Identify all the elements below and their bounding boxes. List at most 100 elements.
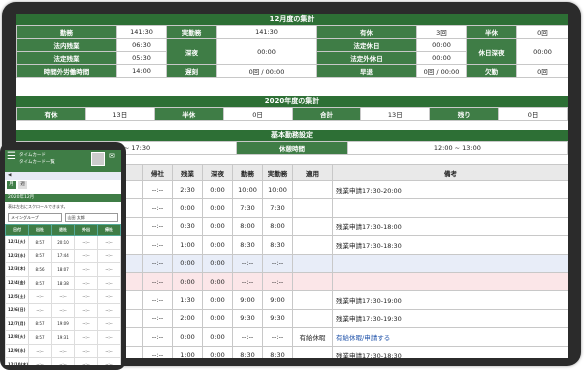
phone-table-row[interactable]: 12/3(木) 8:56 18:07 --:-- --:-- bbox=[5, 262, 121, 277]
attendance-cell: 残業申請17:30-18:00 bbox=[332, 216, 568, 237]
phone-time-cell: --:-- bbox=[74, 275, 98, 291]
phone-time-cell: --:-- bbox=[74, 302, 98, 318]
attendance-cell: 0:00 bbox=[202, 235, 233, 255]
attendance-cell bbox=[292, 179, 333, 200]
phone-time-cell: --:-- bbox=[51, 302, 75, 318]
avatar[interactable] bbox=[91, 152, 105, 166]
attendance-cell[interactable]: 有給休暇/申請する bbox=[332, 327, 568, 347]
attendance-cell: 8:30 bbox=[262, 235, 293, 255]
phone-time-cell: 8:57 bbox=[28, 316, 52, 332]
tab-month[interactable]: 月 bbox=[7, 181, 16, 189]
phone-time-cell: --:-- bbox=[74, 262, 98, 277]
attendance-cell: 8:30 bbox=[232, 235, 263, 255]
phone-time-cell: 8:57 bbox=[28, 330, 52, 345]
phone-time-cell: --:-- bbox=[97, 235, 121, 250]
phone-time-cell: --:-- bbox=[97, 302, 121, 318]
attendance-cell: 8:00 bbox=[262, 216, 293, 237]
yearly-value: 0日 bbox=[498, 107, 568, 121]
phone-time-cell: 8:57 bbox=[28, 248, 52, 264]
phone-date-cell: 12/4(金) bbox=[5, 275, 29, 291]
phone-date-cell: 12/7(月) bbox=[5, 316, 29, 332]
phone-time-cell: 17:44 bbox=[51, 248, 75, 264]
summary-label: 法定残業 bbox=[16, 51, 117, 65]
phone-app-title: タイムカード bbox=[19, 153, 46, 158]
attendance-cell: 有給休暇 bbox=[292, 327, 333, 347]
phone-table-row[interactable]: 12/4(金) 8:57 18:38 --:-- --:-- bbox=[5, 275, 121, 291]
col-header-remarks: 備考 bbox=[332, 164, 568, 181]
attendance-cell: --:-- bbox=[142, 216, 173, 237]
yearly-summary: 2020年度の集計 有休 13日 半休 0日 合計 13日 残り 0日 bbox=[16, 96, 568, 121]
attendance-cell bbox=[292, 253, 333, 273]
attendance-cell bbox=[292, 198, 333, 218]
phone-table-row[interactable]: 12/6(日) --:-- --:-- --:-- --:-- bbox=[5, 302, 121, 318]
attendance-cell: 0:00 bbox=[202, 179, 233, 200]
monthly-summary: 12月度の集計 勤務 141:30 実勤務 141:30 有休 3回 半休 0回… bbox=[16, 14, 568, 78]
attendance-cell: 9:30 bbox=[232, 308, 263, 329]
col-header-work: 勤務 bbox=[232, 164, 263, 181]
phone-header-row: 日付 出社 退社 外出 帰社 bbox=[5, 224, 121, 236]
hamburger-menu-icon[interactable]: ☰ bbox=[7, 152, 16, 162]
attendance-cell bbox=[292, 290, 333, 310]
attendance-cell bbox=[292, 345, 333, 358]
phone-col-back: 帰社 bbox=[97, 224, 121, 236]
phone-col-in: 出社 bbox=[28, 224, 52, 236]
phone-time-cell: --:-- bbox=[51, 343, 75, 359]
summary-label: 有休 bbox=[316, 25, 417, 39]
phone-month-label: 2020年12月 bbox=[5, 194, 121, 202]
phone-time-cell: --:-- bbox=[74, 289, 98, 304]
phone-col-out: 退社 bbox=[51, 224, 75, 236]
phone-table-row[interactable]: 12/8(火) 8:57 19:31 --:-- --:-- bbox=[5, 330, 121, 345]
attendance-cell: 10:00 bbox=[232, 179, 263, 200]
phone-time-cell: 19:31 bbox=[51, 330, 75, 345]
summary-value: 141:30 bbox=[216, 25, 317, 39]
phone-time-cell: --:-- bbox=[74, 316, 98, 332]
phone-time-cell: --:-- bbox=[74, 330, 98, 345]
attendance-cell: --:-- bbox=[262, 327, 293, 347]
user-select[interactable]: 山田 太郎 bbox=[64, 213, 118, 222]
summary-value: 00:00 bbox=[416, 38, 467, 52]
col-header-actual: 実勤務 bbox=[262, 164, 293, 181]
yearly-value: 13日 bbox=[360, 107, 431, 121]
group-select[interactable]: メイングループ bbox=[8, 213, 62, 222]
phone-time-cell: --:-- bbox=[97, 248, 121, 264]
chat-icon[interactable]: ✉ bbox=[109, 152, 115, 160]
phone-time-cell: 18:07 bbox=[51, 262, 75, 277]
phone-screen: ☰ タイムカード タイムカード一覧 ✉ ◀ 月 週 2020年12月 表は左右に… bbox=[5, 150, 121, 365]
attendance-cell: --:-- bbox=[232, 271, 263, 292]
attendance-cell: --:-- bbox=[262, 253, 293, 273]
phone-table-row[interactable]: 12/9(水) --:-- --:-- --:-- --:-- bbox=[5, 343, 121, 359]
attendance-cell: 8:30 bbox=[232, 345, 263, 358]
summary-label: 遅刻 bbox=[166, 64, 217, 78]
summary-value: 141:30 bbox=[116, 25, 167, 39]
attendance-cell: 2:00 bbox=[172, 308, 203, 329]
yearly-label: 残り bbox=[429, 107, 500, 121]
phone-date-cell: 12/1(火) bbox=[5, 235, 29, 250]
summary-label: 勤務 bbox=[16, 25, 117, 39]
phone-table-row[interactable]: 12/10(木) --:-- --:-- --:-- --:-- bbox=[5, 357, 121, 365]
phone-time-cell: --:-- bbox=[74, 235, 98, 250]
attendance-cell: 9:30 bbox=[262, 308, 293, 329]
attendance-cell: 1:00 bbox=[172, 235, 203, 255]
break-time-value: 12:00 ~ 13:00 bbox=[346, 141, 568, 155]
summary-label: 欠勤 bbox=[466, 64, 517, 78]
phone-header: ☰ タイムカード タイムカード一覧 ✉ bbox=[5, 150, 121, 172]
phone-device: ☰ タイムカード タイムカード一覧 ✉ ◀ 月 週 2020年12月 表は左右に… bbox=[0, 142, 126, 370]
attendance-cell: --:-- bbox=[142, 253, 173, 273]
phone-table-row[interactable]: 12/1(火) 8:57 20:10 --:-- --:-- bbox=[5, 235, 121, 250]
phone-table-row[interactable]: 12/7(月) 8:57 19:09 --:-- --:-- bbox=[5, 316, 121, 332]
phone-subheader: ◀ bbox=[5, 172, 121, 180]
tab-week[interactable]: 週 bbox=[18, 181, 27, 189]
attendance-cell: 0:00 bbox=[202, 253, 233, 273]
phone-time-cell: 8:57 bbox=[28, 275, 52, 291]
attendance-cell: 9:00 bbox=[232, 290, 263, 310]
phone-table-row[interactable]: 12/2(水) 8:57 17:44 --:-- --:-- bbox=[5, 248, 121, 264]
phone-table-row[interactable]: 12/5(土) --:-- --:-- --:-- --:-- bbox=[5, 289, 121, 304]
attendance-cell: 0:00 bbox=[202, 345, 233, 358]
attendance-cell: 7:30 bbox=[232, 198, 263, 218]
col-header-return: 帰社 bbox=[142, 164, 173, 181]
phone-time-cell: 19:09 bbox=[51, 316, 75, 332]
yearly-summary-title: 2020年度の集計 bbox=[16, 96, 568, 107]
summary-value: 0回 / 00:00 bbox=[416, 64, 467, 78]
monthly-summary-title: 12月度の集計 bbox=[16, 14, 568, 25]
summary-label: 早退 bbox=[316, 64, 417, 78]
